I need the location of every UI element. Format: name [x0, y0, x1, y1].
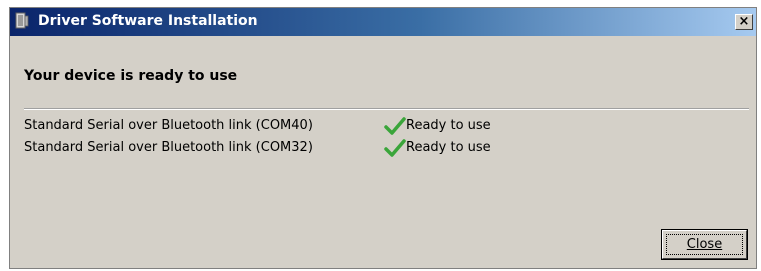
checkmark-icon — [384, 117, 406, 135]
title-bar[interactable]: Driver Software Installation × — [10, 8, 756, 36]
device-status: Ready to use — [406, 140, 491, 155]
page-heading: Your device is ready to use — [24, 68, 238, 84]
close-button-label: Close — [686, 237, 723, 252]
checkmark-icon — [384, 139, 406, 157]
divider — [24, 108, 749, 110]
title-close-button[interactable]: × — [735, 14, 753, 30]
device-status: Ready to use — [406, 118, 491, 133]
window-title: Driver Software Installation — [38, 13, 258, 29]
device-row: Standard Serial over Bluetooth link (COM… — [24, 138, 744, 158]
device-row: Standard Serial over Bluetooth link (COM… — [24, 116, 744, 136]
focus-rectangle: Close — [666, 234, 743, 255]
device-name: Standard Serial over Bluetooth link (COM… — [24, 118, 313, 133]
device-name: Standard Serial over Bluetooth link (COM… — [24, 140, 313, 155]
driver-install-dialog: Driver Software Installation × Your devi… — [9, 7, 757, 269]
device-app-icon — [15, 12, 29, 29]
close-button[interactable]: Close — [661, 229, 748, 260]
